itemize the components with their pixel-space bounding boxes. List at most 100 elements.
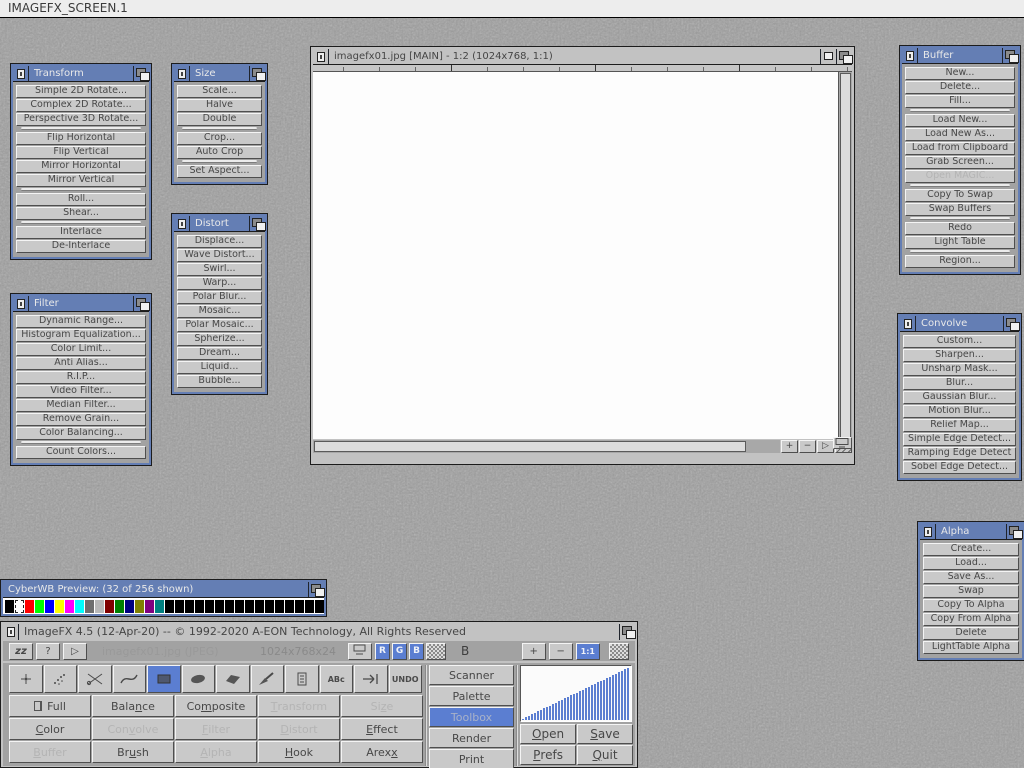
color-swatch[interactable] [5, 600, 14, 613]
simple-edge-detect-button[interactable]: Simple Edge Detect... [903, 433, 1016, 446]
custom-button[interactable]: Custom... [903, 335, 1016, 348]
new-button[interactable]: New... [905, 67, 1015, 80]
color-swatch[interactable] [175, 600, 184, 613]
toolbox-button[interactable]: Toolbox [429, 707, 514, 727]
help-button[interactable]: ? [36, 643, 60, 660]
color-limit-button[interactable]: Color Limit... [16, 343, 146, 356]
line-tool[interactable] [78, 665, 112, 693]
shear-button[interactable]: Shear... [16, 207, 146, 220]
color-swatch[interactable] [15, 600, 24, 613]
simple-2d-rotate-button[interactable]: Simple 2D Rotate... [16, 85, 146, 98]
flip-vertical-button[interactable]: Flip Vertical [16, 146, 146, 159]
dynamic-range-button[interactable]: Dynamic Range... [16, 315, 146, 328]
arexx-button[interactable]: Arexx [341, 741, 423, 763]
color-swatch[interactable] [195, 600, 204, 613]
load-button[interactable]: Load... [923, 557, 1019, 570]
gaussian-blur-button[interactable]: Gaussian Blur... [903, 391, 1016, 404]
load-new-as-button[interactable]: Load New As... [905, 128, 1015, 141]
grab-screen-button[interactable]: Grab Screen... [905, 156, 1015, 169]
lighttable-alpha-button[interactable]: LightTable Alpha [923, 641, 1019, 654]
double-button[interactable]: Double [177, 113, 262, 126]
spherize-button[interactable]: Spherize... [177, 333, 262, 346]
blue-channel-toggle[interactable]: B [409, 643, 424, 660]
color-swatch[interactable] [255, 600, 264, 613]
color-swatch[interactable] [45, 600, 54, 613]
color-swatch[interactable] [225, 600, 234, 613]
delete-button[interactable]: Delete [923, 627, 1019, 640]
pattern-button[interactable] [609, 643, 629, 660]
color-swatch[interactable] [115, 600, 124, 613]
liquid-button[interactable]: Liquid... [177, 361, 262, 374]
dream-button[interactable]: Dream... [177, 347, 262, 360]
sobel-edge-detect-button[interactable]: Sobel Edge Detect... [903, 461, 1016, 474]
auto-crop-button[interactable]: Auto Crop [177, 146, 262, 159]
mirror-horizontal-button[interactable]: Mirror Horizontal [16, 160, 146, 173]
color-swatch[interactable] [265, 600, 274, 613]
color-swatch[interactable] [205, 600, 214, 613]
create-button[interactable]: Create... [923, 543, 1019, 556]
clipboard-tool[interactable] [285, 665, 319, 693]
color-swatch[interactable] [85, 600, 94, 613]
depth-gadget[interactable] [249, 66, 265, 81]
color-swatch[interactable] [35, 600, 44, 613]
depth-gadget[interactable] [1002, 48, 1018, 63]
histogram-equalization-button[interactable]: Histogram Equalization... [16, 329, 146, 342]
red-channel-toggle[interactable]: R [375, 643, 390, 660]
color-swatch[interactable] [165, 600, 174, 613]
r-i-p-button[interactable]: R.I.P... [16, 371, 146, 384]
color-balancing-button[interactable]: Color Balancing... [16, 427, 146, 440]
close-gadget[interactable] [174, 66, 190, 81]
depth-gadget[interactable] [619, 624, 635, 640]
hook-button[interactable]: Hook [258, 741, 340, 763]
roll-button[interactable]: Roll... [16, 193, 146, 206]
pointer-tool[interactable] [9, 665, 43, 693]
effect-button[interactable]: Effect [341, 718, 423, 740]
complex-2d-rotate-button[interactable]: Complex 2D Rotate... [16, 99, 146, 112]
blur-button[interactable]: Blur... [903, 377, 1016, 390]
depth-gadget[interactable] [308, 582, 324, 597]
run-button[interactable]: ▷ [63, 643, 87, 660]
color-swatch[interactable] [215, 600, 224, 613]
remove-grain-button[interactable]: Remove Grain... [16, 413, 146, 426]
zoom-in-button[interactable]: + [522, 643, 546, 660]
close-gadget[interactable] [3, 624, 19, 640]
save-button[interactable]: Save [577, 724, 633, 744]
zoom-gadget[interactable] [820, 49, 836, 64]
flip-horizontal-button[interactable]: Flip Horizontal [16, 132, 146, 145]
video-filter-button[interactable]: Video Filter... [16, 385, 146, 398]
displace-button[interactable]: Displace... [177, 235, 262, 248]
screen-title-bar[interactable]: IMAGEFX_SCREEN.1 [0, 0, 1024, 18]
mosaic-button[interactable]: Mosaic... [177, 305, 262, 318]
green-channel-toggle[interactable]: G [392, 643, 407, 660]
depth-gadget[interactable] [1003, 316, 1019, 331]
interlace-button[interactable]: Interlace [16, 226, 146, 239]
zoom-in-gadget[interactable]: + [781, 440, 798, 453]
oval-tool[interactable] [182, 665, 216, 693]
swap-button[interactable]: Swap [923, 585, 1019, 598]
color-swatch[interactable] [145, 600, 154, 613]
close-gadget[interactable] [313, 49, 329, 64]
redo-button[interactable]: Redo [905, 222, 1015, 235]
color-swatch[interactable] [295, 600, 304, 613]
airbrush-tool[interactable] [44, 665, 78, 693]
sharpen-button[interactable]: Sharpen... [903, 349, 1016, 362]
vertical-scrollbar[interactable] [839, 72, 852, 439]
dither-toggle[interactable] [426, 643, 446, 660]
color-swatch[interactable] [155, 600, 164, 613]
color-swatch[interactable] [275, 600, 284, 613]
print-button[interactable]: Print [429, 749, 514, 768]
brush-tool[interactable] [251, 665, 285, 693]
screen-button[interactable] [348, 643, 372, 660]
de-interlace-button[interactable]: De-Interlace [16, 240, 146, 253]
color-swatch[interactable] [65, 600, 74, 613]
color-swatch[interactable] [55, 600, 64, 613]
load-new-button[interactable]: Load New... [905, 114, 1015, 127]
color-swatch[interactable] [185, 600, 194, 613]
undo-button[interactable]: UNDO [389, 665, 423, 693]
load-from-clipboard-button[interactable]: Load from Clipboard [905, 142, 1015, 155]
vertical-scroll-thumb[interactable] [840, 73, 851, 438]
crop-button[interactable]: Crop... [177, 132, 262, 145]
unsharp-mask-button[interactable]: Unsharp Mask... [903, 363, 1016, 376]
color-swatch[interactable] [285, 600, 294, 613]
perspective-3d-rotate-button[interactable]: Perspective 3D Rotate... [16, 113, 146, 126]
